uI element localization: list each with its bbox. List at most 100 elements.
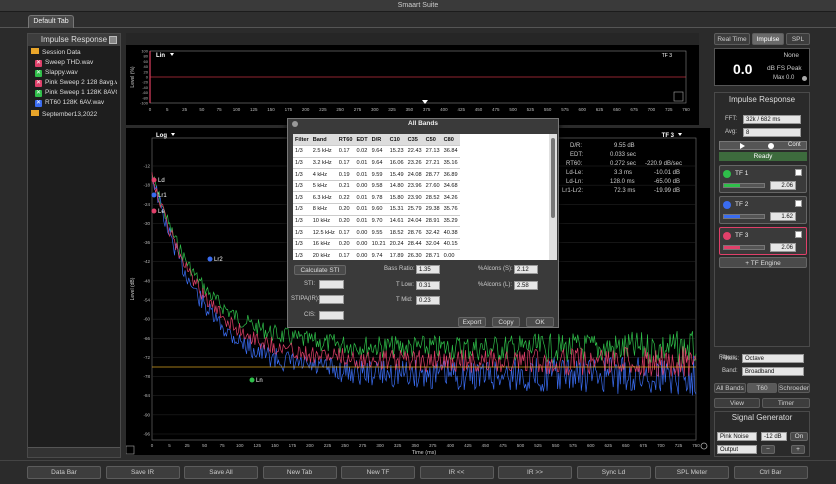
fft-select[interactable]: 32k / 682 ms <box>743 115 801 124</box>
marker-label[interactable]: Lr1 <box>158 193 167 199</box>
avg-select[interactable]: 8 <box>743 128 801 137</box>
ok-button[interactable]: OK <box>526 317 554 327</box>
bass-ratio-field[interactable]: 1.35 <box>416 265 440 274</box>
record-icon[interactable] <box>768 143 774 149</box>
table-row[interactable]: 1/3 5 kHz 0.21 0.00 9.58 14.80 23.96 27.60 34.68 <box>293 180 460 193</box>
file-x-icon[interactable]: ✕ <box>35 90 42 97</box>
tf-level-slider[interactable] <box>723 245 765 250</box>
copy-button[interactable]: Copy <box>492 317 520 327</box>
bottom-button[interactable]: IR << <box>419 466 494 479</box>
file-x-icon[interactable]: ✕ <box>35 70 42 77</box>
marker-label[interactable]: Le <box>158 209 165 215</box>
table-row[interactable]: 1/3 16 kHz 0.20 0.00 10.21 20.24 28.44 32.04 40.… <box>293 238 460 251</box>
t-mid-field[interactable]: 0.23 <box>416 296 440 305</box>
bands-table-wrap[interactable]: Filter Band RT60 EDT D/R C10 C35 C50 C80 1/3 2.5 k… <box>293 134 549 260</box>
marker-dot[interactable] <box>207 256 213 262</box>
tf-delay-field[interactable]: 2.06 <box>770 181 796 190</box>
column-header[interactable]: EDT <box>354 134 370 147</box>
all-bands-tab[interactable]: All Bands <box>714 383 746 393</box>
stipa-field[interactable] <box>319 295 344 304</box>
bottom-button[interactable]: Save IR <box>105 466 180 479</box>
main-scale-chevron-icon[interactable] <box>171 133 175 136</box>
file-item[interactable]: ✕Pink Sweep 2 128 8avg.wav <box>31 78 117 88</box>
bottom-button[interactable]: New TF <box>341 466 415 479</box>
marker-label[interactable]: Lr2 <box>214 257 223 263</box>
signal-level-field[interactable]: -12 dB <box>761 432 787 441</box>
real-time-button[interactable]: Real Time <box>714 33 750 45</box>
marker-dot[interactable] <box>151 177 157 183</box>
table-row[interactable]: 1/3 4 kHz 0.19 0.01 9.59 15.49 24.08 28.77 36.89 <box>293 168 460 181</box>
tf-checkbox[interactable] <box>795 169 802 176</box>
column-header[interactable]: C50 <box>423 134 442 147</box>
tf-delay-field[interactable]: 1.62 <box>770 212 796 221</box>
panel-menu-icon[interactable] <box>109 36 117 44</box>
settings-gear-icon[interactable] <box>700 442 708 450</box>
level-down-button[interactable]: − <box>761 445 775 454</box>
play-icon[interactable] <box>740 143 745 149</box>
signal-on-button[interactable]: On <box>790 432 808 441</box>
main-scale-label[interactable]: Log <box>156 133 167 139</box>
tf-row[interactable]: TF 3 2.06 <box>719 227 807 255</box>
column-header[interactable]: Filter <box>293 134 311 147</box>
calculate-sti-button[interactable]: Calculate STI <box>294 265 346 275</box>
marker-dot[interactable] <box>151 192 157 198</box>
tf-checkbox[interactable] <box>795 200 802 207</box>
alcons-s-field[interactable]: 2.12 <box>514 265 538 274</box>
bottom-button[interactable]: New Tab <box>262 466 337 479</box>
file-x-icon[interactable]: ✕ <box>35 80 42 87</box>
schroeder-tab[interactable]: Schroeder <box>778 383 810 393</box>
sti-field[interactable] <box>319 280 344 289</box>
view-button[interactable]: View <box>714 398 760 408</box>
cis-field[interactable] <box>319 311 344 320</box>
file-item[interactable]: ✕ Slappy.wav <box>31 68 117 78</box>
table-row[interactable]: 1/3 12.5 kHz 0.17 0.00 9.55 18.52 28.76 32.42 40… <box>293 226 460 239</box>
column-header[interactable]: D/R <box>369 134 388 147</box>
table-row[interactable]: 1/3 2.5 kHz 0.17 0.02 9.64 15.23 22.43 27.13 36.… <box>293 145 460 158</box>
table-row[interactable]: 1/3 10 kHz 0.20 0.01 9.70 14.61 24.04 28.91 35.2… <box>293 215 460 228</box>
table-scrollbar[interactable] <box>549 134 557 260</box>
tf-row[interactable]: TF 2 1.62 <box>719 196 807 224</box>
alcons-l-field[interactable]: 2.58 <box>514 281 538 290</box>
column-header[interactable]: RT60 <box>336 134 355 147</box>
tf-delay-field[interactable]: 2.06 <box>770 243 796 252</box>
column-header[interactable]: C35 <box>405 134 424 147</box>
column-header[interactable]: C10 <box>387 134 406 147</box>
spl-button[interactable]: SPL <box>786 33 810 45</box>
bottom-button[interactable]: SPL Meter <box>655 466 729 479</box>
file-x-icon[interactable]: ✕ <box>35 100 42 107</box>
marker-label[interactable]: Ln <box>256 378 263 384</box>
september-folder[interactable]: September13,2022 <box>31 110 117 120</box>
tf-engine-button[interactable]: + TF Engine <box>719 257 807 268</box>
tab-default[interactable]: Default Tab <box>28 15 74 28</box>
top-plot[interactable]: 100 80 60 40 20 0 -20 -40 -60 -80 -100 0 5 25 50 75 100 1… <box>126 45 699 125</box>
table-row[interactable]: 1/3 6.3 kHz 0.22 0.01 9.78 15.80 23.90 28.52 34.… <box>293 191 460 205</box>
dialog-close-icon[interactable] <box>292 121 298 127</box>
t-low-field[interactable]: 0.31 <box>416 281 440 290</box>
file-item[interactable]: ✕Pink Sweep 1 128K 8AVG.wav <box>31 88 117 98</box>
signal-type-select[interactable]: Pink Noise <box>717 432 757 441</box>
table-row[interactable]: 1/3 3.2 kHz 0.17 0.01 9.64 16.06 23.26 27.21 35.… <box>293 157 460 170</box>
bottom-button[interactable]: Sync Ld <box>576 466 651 479</box>
table-row[interactable]: 1/3 20 kHz 0.17 0.00 9.74 17.89 26.30 28.71 0.00 <box>293 249 460 260</box>
scrollbar-thumb[interactable] <box>551 138 555 218</box>
file-item[interactable]: ✕ RT60 128K 6AV.wav <box>31 98 117 108</box>
bottom-button[interactable]: IR >> <box>498 466 572 479</box>
marker-dot[interactable] <box>249 377 255 383</box>
impulse-button[interactable]: Impulse <box>752 33 784 45</box>
tf-row[interactable]: TF 1 2.06 <box>719 165 807 193</box>
session-folder[interactable]: Session Data <box>31 48 117 58</box>
top-scale-label[interactable]: Lin <box>156 53 165 59</box>
tf-level-slider[interactable] <box>723 214 765 219</box>
bottom-button[interactable]: Save All <box>184 466 258 479</box>
main-tf-chevron-icon[interactable] <box>678 133 682 136</box>
filters-select[interactable]: Octave <box>742 354 804 363</box>
tf-checkbox[interactable] <box>795 231 802 238</box>
file-x-icon[interactable]: ✕ <box>35 60 42 67</box>
band-select[interactable]: Broadband <box>742 367 804 376</box>
tf-level-slider[interactable] <box>723 183 765 188</box>
marker-label[interactable]: Ld <box>158 178 165 184</box>
timer-button[interactable]: Timer <box>762 398 810 408</box>
file-item[interactable]: ✕ Sweep THD.wav <box>31 58 117 68</box>
export-button[interactable]: Export <box>458 317 486 327</box>
column-header[interactable]: C80 <box>441 134 460 147</box>
